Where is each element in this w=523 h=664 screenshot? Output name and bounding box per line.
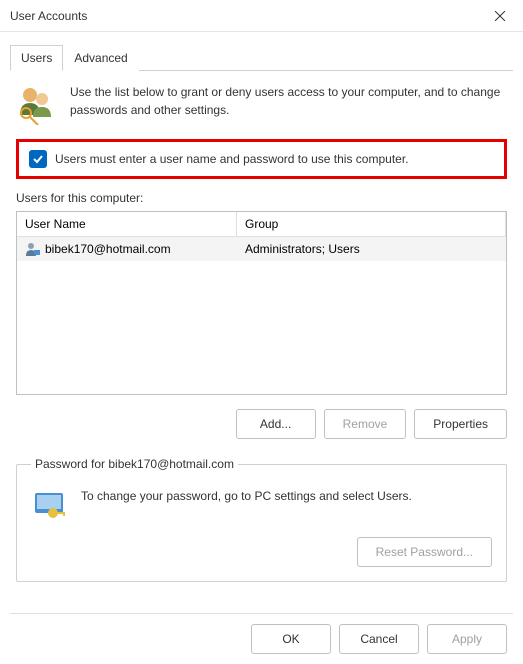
tab-users[interactable]: Users	[10, 45, 63, 71]
intro-text: Use the list below to grant or deny user…	[70, 83, 507, 125]
remove-button[interactable]: Remove	[324, 409, 407, 439]
require-login-label: Users must enter a user name and passwor…	[55, 152, 409, 166]
cancel-button[interactable]: Cancel	[339, 624, 419, 654]
key-icon	[31, 487, 67, 523]
password-section: Password for bibek170@hotmail.com To cha…	[16, 457, 507, 582]
apply-button[interactable]: Apply	[427, 624, 507, 654]
properties-button[interactable]: Properties	[414, 409, 507, 439]
user-name-cell: bibek170@hotmail.com	[45, 242, 171, 256]
column-header-name[interactable]: User Name	[17, 212, 237, 236]
tab-strip: Users Advanced	[0, 32, 523, 71]
password-section-text: To change your password, go to PC settin…	[81, 487, 412, 523]
user-group-cell: Administrators; Users	[237, 237, 506, 261]
checkbox-icon	[29, 150, 47, 168]
users-icon	[16, 83, 58, 125]
close-button[interactable]	[477, 0, 523, 32]
tab-panel-users: Use the list below to grant or deny user…	[0, 71, 523, 613]
highlight-box: Users must enter a user name and passwor…	[16, 139, 507, 179]
add-button[interactable]: Add...	[236, 409, 316, 439]
ok-button[interactable]: OK	[251, 624, 331, 654]
table-header: User Name Group	[17, 212, 506, 237]
user-icon	[25, 241, 41, 257]
users-list-label: Users for this computer:	[16, 191, 507, 205]
titlebar: User Accounts	[0, 0, 523, 32]
table-row[interactable]: bibek170@hotmail.com Administrators; Use…	[17, 237, 506, 261]
window-title: User Accounts	[10, 9, 87, 23]
user-accounts-window: User Accounts Users Advanced Use the lis…	[0, 0, 523, 664]
dialog-footer: OK Cancel Apply	[0, 614, 523, 664]
password-section-title: Password for bibek170@hotmail.com	[31, 457, 238, 471]
require-login-checkbox[interactable]: Users must enter a user name and passwor…	[29, 150, 494, 168]
tab-advanced[interactable]: Advanced	[63, 45, 138, 71]
reset-password-button[interactable]: Reset Password...	[357, 537, 492, 567]
column-header-group[interactable]: Group	[237, 212, 506, 236]
close-icon	[495, 11, 505, 21]
users-table: User Name Group bibek170@hotmail.com Adm…	[16, 211, 507, 395]
